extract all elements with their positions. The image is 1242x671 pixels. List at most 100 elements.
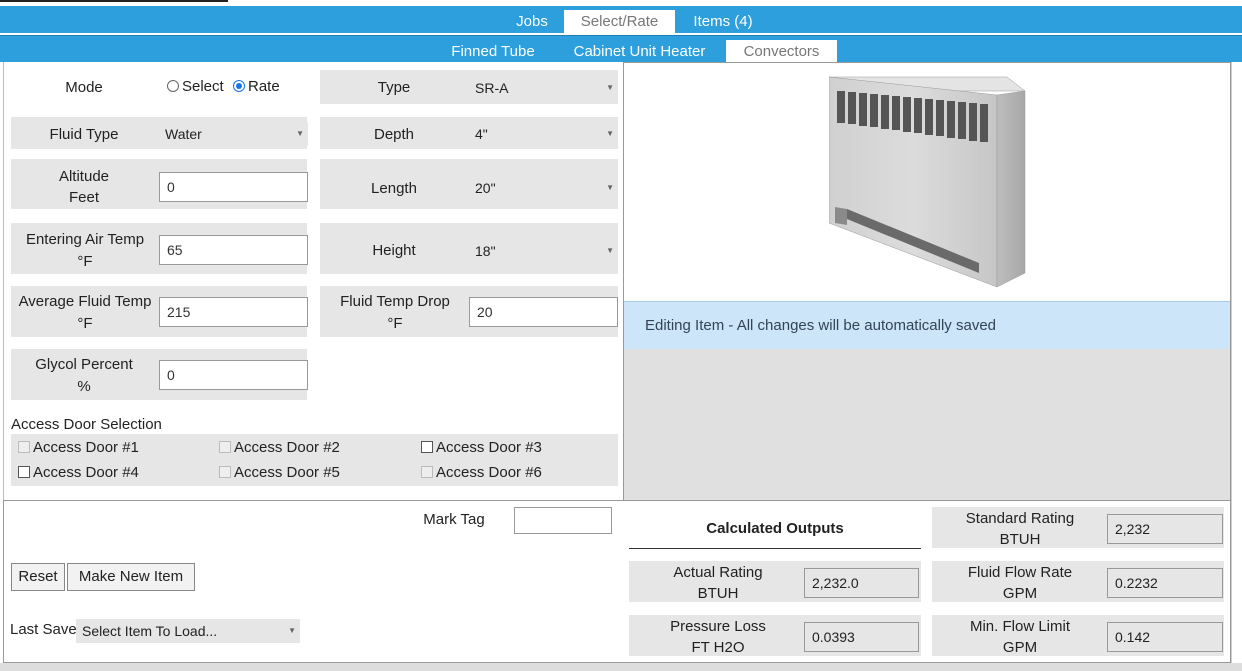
standard-rating-label: Standard Rating: [965, 510, 1075, 527]
glycol-percent-input[interactable]: 0: [159, 360, 308, 390]
reset-button[interactable]: Reset: [11, 563, 65, 591]
mark-tag-input[interactable]: [514, 507, 612, 534]
right-margin: [1231, 62, 1242, 663]
access-door-4-checkbox[interactable]: Access Door #4: [18, 463, 139, 483]
length-select[interactable]: 20" ▼: [469, 176, 618, 200]
product-panel: Editing Item - All changes will be autom…: [623, 62, 1231, 501]
mark-tag-label: Mark Tag: [423, 511, 485, 528]
main-nav: Jobs Select/Rate Items (4): [0, 6, 1242, 33]
chevron-down-icon: ▼: [606, 83, 614, 92]
access-door-6-label: Access Door #6: [436, 464, 542, 481]
tab-select-rate[interactable]: Select/Rate: [564, 10, 675, 33]
outputs-heading: Calculated Outputs: [706, 520, 844, 537]
min-flow-limit-value: 0.142: [1107, 622, 1223, 652]
pressure-loss-label: Pressure Loss: [670, 618, 766, 635]
access-door-3-checkbox[interactable]: Access Door #3: [421, 438, 542, 458]
depth-label: Depth: [373, 126, 415, 143]
access-door-6-checkbox[interactable]: Access Door #6: [421, 463, 542, 483]
glycol-percent-label: Glycol Percent: [35, 356, 133, 373]
depth-select[interactable]: 4" ▼: [469, 122, 618, 146]
actual-rating-unit: BTUH: [697, 585, 739, 602]
average-fluid-temp-input[interactable]: 215: [159, 297, 308, 327]
fluid-type-value: Water: [165, 126, 202, 142]
outputs-panel: Calculated Outputs Actual Rating BTUH 2,…: [623, 500, 1231, 663]
status-message: Editing Item - All changes will be autom…: [624, 301, 1230, 349]
chevron-down-icon: ▼: [606, 246, 614, 255]
fluid-flow-rate-label: Fluid Flow Rate: [967, 564, 1073, 581]
fluid-temp-drop-unit: °F: [387, 315, 403, 332]
altitude-label: Altitude: [58, 168, 110, 185]
mode-select-text: Select: [182, 78, 224, 95]
fluid-temp-drop-input[interactable]: 20: [469, 297, 618, 327]
actual-rating-label: Actual Rating: [673, 564, 763, 581]
tab-finned-tube[interactable]: Finned Tube: [441, 40, 545, 63]
min-flow-limit-label: Min. Flow Limit: [969, 618, 1070, 635]
pressure-loss-value: 0.0393: [804, 622, 919, 652]
checkbox-icon: [18, 441, 30, 453]
chevron-down-icon: ▼: [288, 626, 296, 635]
last-save-value: Select Item To Load...: [82, 623, 218, 639]
mode-select-radio[interactable]: Select: [167, 77, 224, 97]
access-door-2-checkbox[interactable]: Access Door #2: [219, 438, 340, 458]
access-door-4-label: Access Door #4: [33, 464, 139, 481]
chevron-down-icon: ▼: [606, 129, 614, 138]
checkbox-icon: [421, 466, 433, 478]
make-new-item-button[interactable]: Make New Item: [67, 563, 195, 591]
mode-label: Mode: [65, 79, 103, 96]
average-fluid-temp-label: Average Fluid Temp: [18, 293, 152, 310]
tab-items[interactable]: Items (4): [683, 10, 763, 33]
access-door-1-checkbox[interactable]: Access Door #1: [18, 438, 139, 458]
actual-rating-value: 2,232.0: [804, 568, 919, 598]
tab-jobs[interactable]: Jobs: [506, 10, 558, 33]
radio-selected-icon: [233, 80, 245, 92]
entering-air-temp-input[interactable]: 65: [159, 235, 308, 265]
last-save-select[interactable]: Select Item To Load... ▼: [76, 619, 300, 643]
type-value: SR-A: [475, 80, 509, 96]
glycol-percent-unit: %: [77, 378, 91, 395]
fluid-type-select[interactable]: Water ▼: [159, 122, 308, 146]
checkbox-icon: [219, 441, 231, 453]
pressure-loss-unit: FT H2O: [691, 639, 745, 656]
fluid-temp-drop-label: Fluid Temp Drop: [340, 293, 450, 310]
standard-rating-value: 2,232: [1107, 514, 1223, 544]
last-save-label: Last Save: [10, 621, 77, 638]
average-fluid-temp-unit: °F: [77, 315, 93, 332]
height-label: Height: [372, 242, 416, 259]
checkbox-icon: [421, 441, 433, 453]
chevron-down-icon: ▼: [606, 183, 614, 192]
checkbox-icon: [18, 466, 30, 478]
access-door-5-checkbox[interactable]: Access Door #5: [219, 463, 340, 483]
status-area: [624, 349, 1230, 500]
height-value: 18": [475, 243, 496, 259]
tab-convectors[interactable]: Convectors: [726, 40, 837, 63]
height-select[interactable]: 18" ▼: [469, 239, 618, 263]
altitude-unit: Feet: [68, 189, 99, 206]
bottom-strip: [0, 663, 1242, 671]
mode-rate-radio[interactable]: Rate: [233, 77, 280, 97]
tab-cabinet-unit-heater[interactable]: Cabinet Unit Heater: [561, 40, 718, 63]
access-door-1-label: Access Door #1: [33, 439, 139, 456]
entering-air-temp-unit: °F: [77, 253, 93, 270]
access-door-heading: Access Door Selection: [11, 416, 162, 433]
checkbox-icon: [219, 466, 231, 478]
access-door-3-label: Access Door #3: [436, 439, 542, 456]
mode-rate-text: Rate: [248, 78, 280, 95]
fluid-flow-rate-value: 0.2232: [1107, 568, 1223, 598]
access-door-5-label: Access Door #5: [234, 464, 340, 481]
convector-product-image: [829, 76, 1026, 288]
chevron-down-icon: ▼: [296, 129, 304, 138]
entering-air-temp-label: Entering Air Temp: [25, 231, 145, 248]
actions-panel: Mark Tag Reset Make New Item Last Save S…: [3, 500, 624, 663]
standard-rating-unit: BTUH: [999, 531, 1041, 548]
top-divider: [0, 0, 228, 2]
radio-icon: [167, 80, 179, 92]
input-panel: Mode Select Rate Fluid Type Water ▼ Altit…: [3, 62, 623, 500]
type-label: Type: [377, 79, 411, 96]
length-label: Length: [371, 180, 417, 197]
depth-value: 4": [475, 126, 488, 142]
sub-nav: Finned Tube Cabinet Unit Heater Convecto…: [0, 35, 1242, 63]
altitude-input[interactable]: 0: [159, 172, 308, 202]
length-value: 20": [475, 180, 496, 196]
type-select[interactable]: SR-A ▼: [469, 76, 618, 100]
access-door-2-label: Access Door #2: [234, 439, 340, 456]
